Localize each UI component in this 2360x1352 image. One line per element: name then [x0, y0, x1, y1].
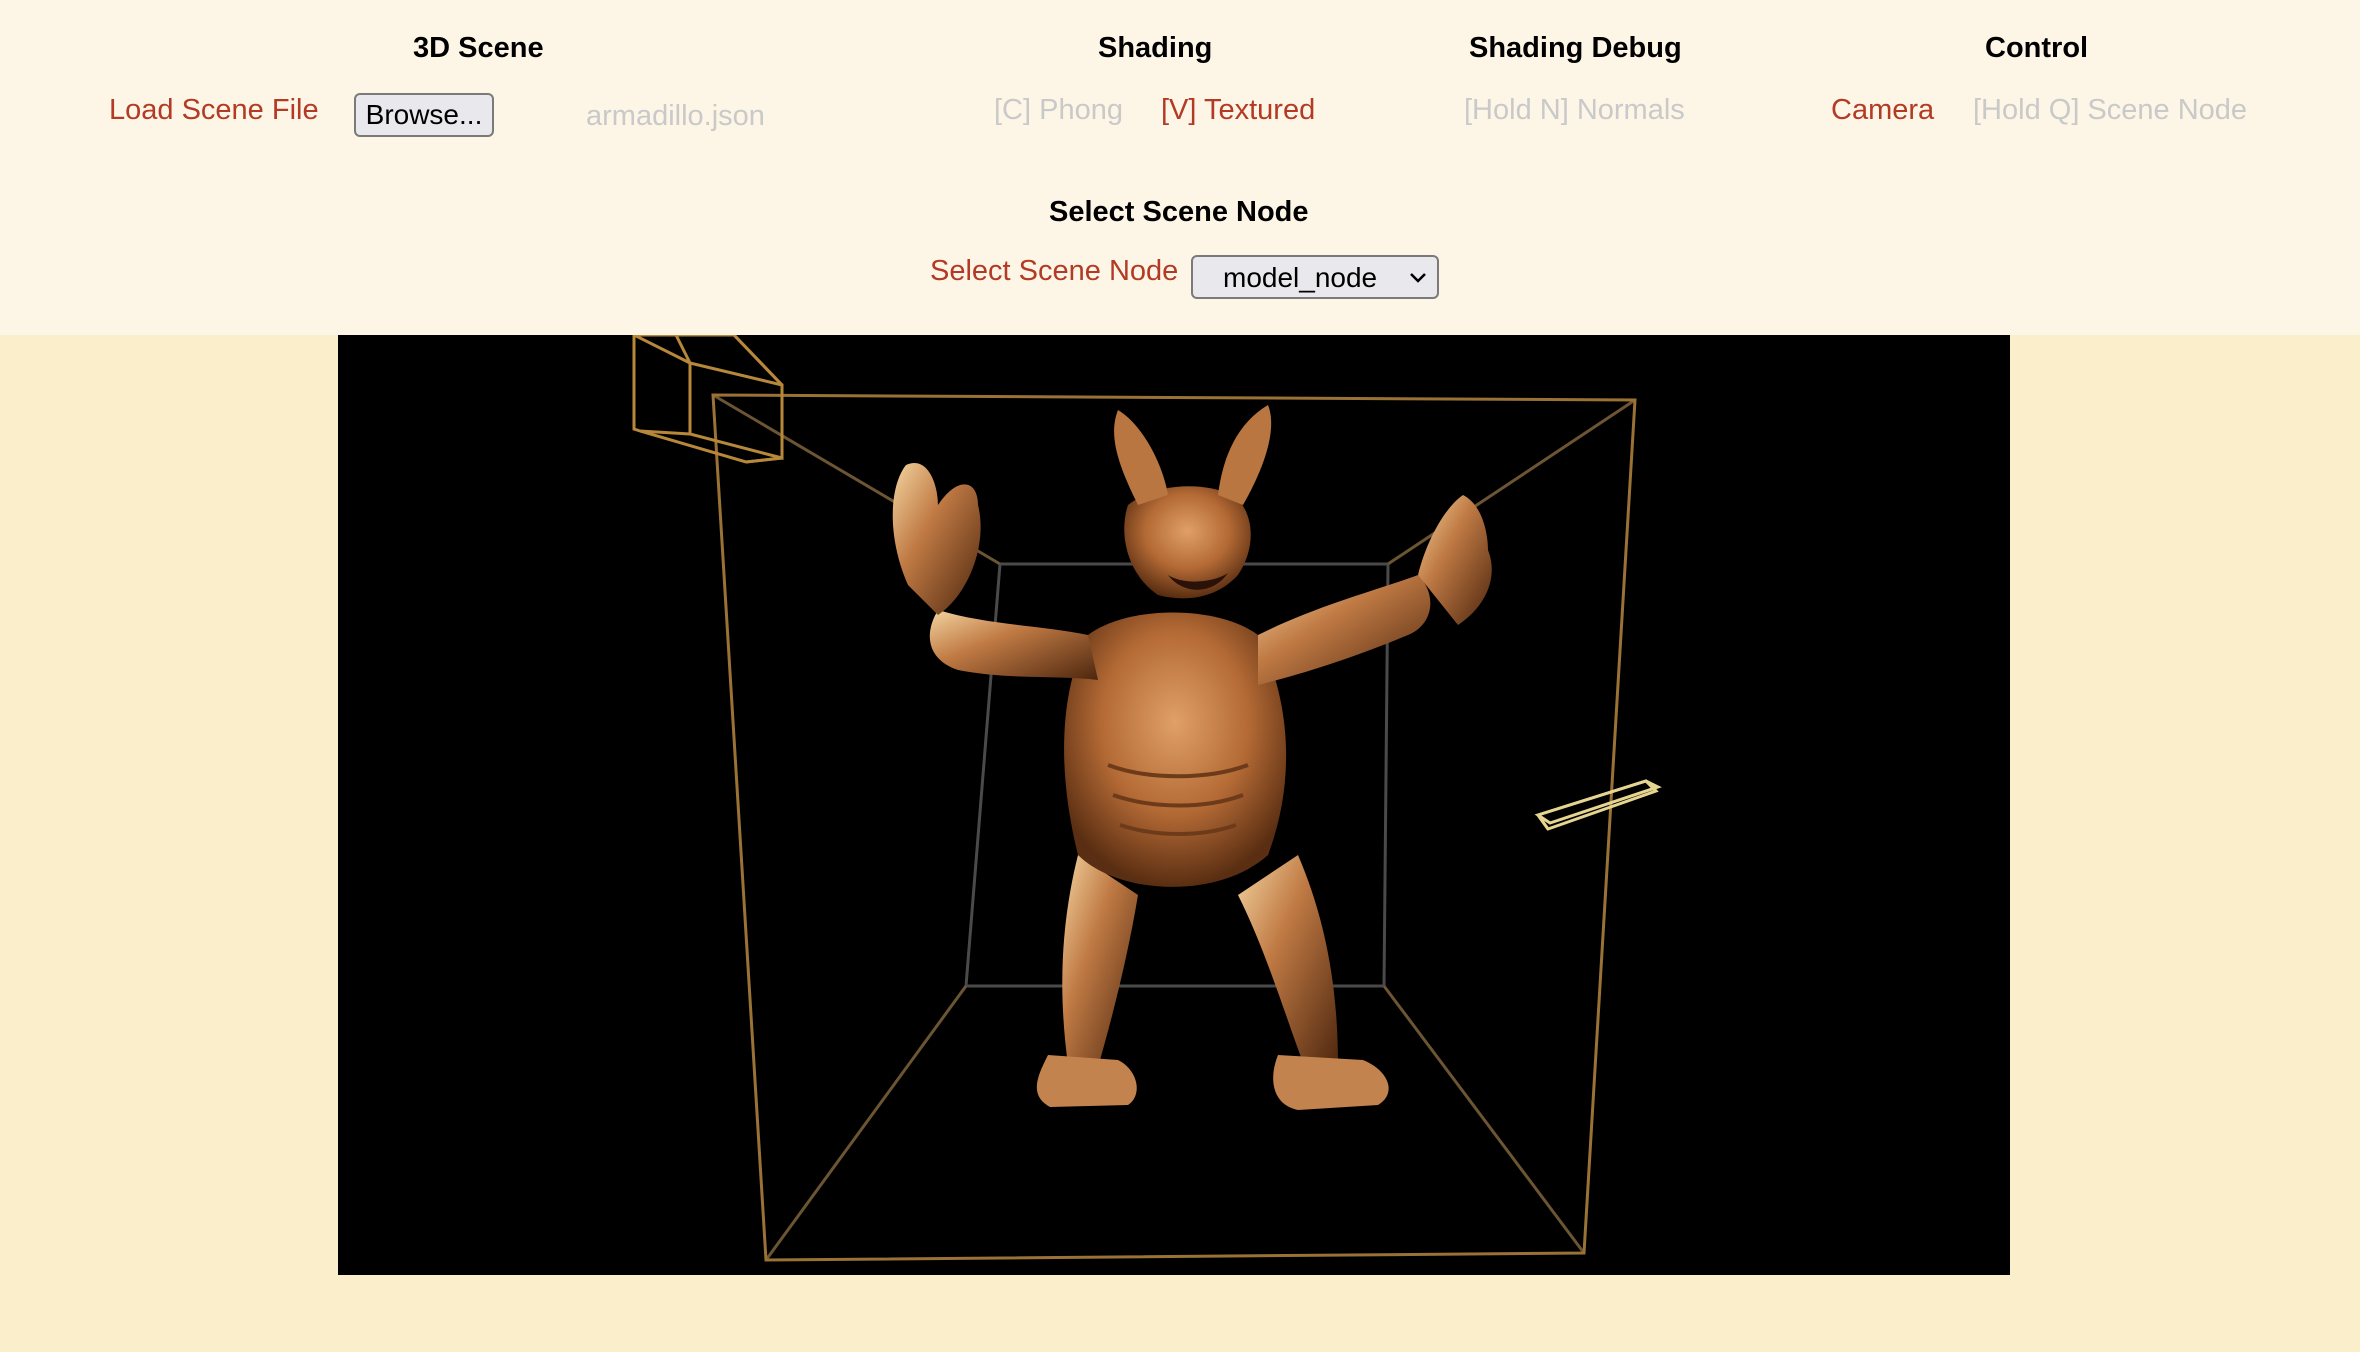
- light-gizmo-icon: [1534, 779, 1662, 831]
- scene-node-select[interactable]: model_node: [1191, 255, 1439, 299]
- viewport-render: [632, 335, 1662, 1262]
- select-scene-node-label: Select Scene Node: [930, 255, 1179, 287]
- file-name-label: armadillo.json: [586, 100, 765, 132]
- scene-viewport[interactable]: [338, 335, 2010, 1275]
- scene-node-option[interactable]: [Hold Q] Scene Node: [1973, 94, 2247, 127]
- chevron-down-icon: [1410, 273, 1426, 283]
- textured-option[interactable]: [V] Textured: [1161, 94, 1315, 127]
- camera-option[interactable]: Camera: [1831, 94, 1934, 127]
- shading-heading: Shading: [1098, 32, 1213, 64]
- normals-option[interactable]: [Hold N] Normals: [1464, 94, 1685, 127]
- control-heading: Control: [1985, 32, 2089, 64]
- control-panel: 3D Scene Load Scene File Browse... armad…: [0, 0, 2360, 335]
- browse-button[interactable]: Browse...: [354, 93, 494, 137]
- shading-debug-heading: Shading Debug: [1469, 32, 1682, 64]
- scene-heading: 3D Scene: [413, 32, 544, 64]
- select-scene-node-heading: Select Scene Node: [1049, 196, 1309, 228]
- armadillo-model: [892, 405, 1492, 1110]
- scene-node-select-value: model_node: [1223, 262, 1378, 293]
- load-scene-file-label: Load Scene File: [109, 94, 319, 126]
- phong-option[interactable]: [C] Phong: [994, 94, 1123, 127]
- camera-frustum-icon: [632, 335, 784, 464]
